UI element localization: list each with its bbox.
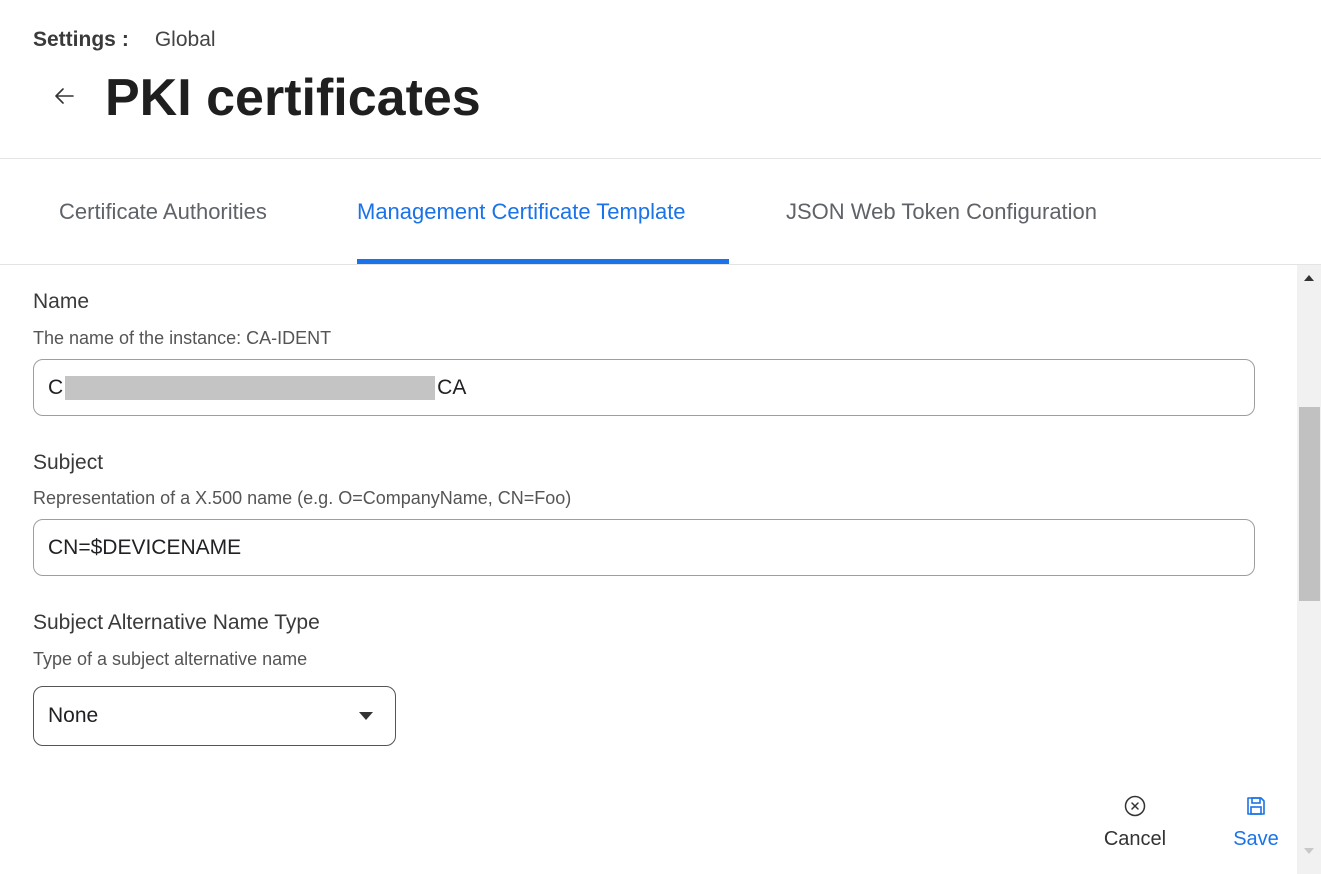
breadcrumb-separator: :: [121, 28, 129, 51]
redacted-block: [65, 375, 436, 400]
scrollbar-thumb[interactable]: [1299, 407, 1320, 601]
tab-management-certificate-template[interactable]: Management Certificate Template: [357, 159, 729, 264]
san-type-selected: None: [48, 704, 99, 727]
name-value-suffix: CA: [437, 375, 467, 399]
breadcrumb-root[interactable]: Settings: [33, 28, 116, 52]
tab-certificate-authorities[interactable]: Certificate Authorities: [59, 159, 267, 264]
page-header: Settings : Global PKI certificates: [0, 0, 1321, 159]
san-type-help: Type of a subject alternative name: [33, 649, 308, 669]
caret-down-icon: [359, 712, 373, 720]
arrow-left-icon: [55, 88, 74, 104]
breadcrumb-current: Global: [154, 28, 216, 51]
name-value-prefix: C: [48, 375, 64, 399]
page-title: PKI certificates: [105, 69, 481, 127]
subject-label: Subject: [33, 451, 104, 474]
save-button[interactable]: Save: [1211, 770, 1301, 870]
name-help: The name of the instance: CA-IDENT: [33, 328, 332, 348]
circle-x-icon: [1124, 794, 1146, 818]
name-label: Name: [33, 290, 90, 313]
action-bar: Cancel Save: [1090, 770, 1297, 874]
breadcrumb: Settings : Global: [33, 28, 216, 52]
cancel-button[interactable]: Cancel: [1090, 770, 1180, 870]
tab-json-web-token-configuration[interactable]: JSON Web Token Configuration: [786, 159, 1097, 264]
cancel-label: Cancel: [1103, 828, 1167, 850]
subject-value: CN=$DEVICENAME: [48, 535, 242, 559]
name-input[interactable]: C CA: [33, 359, 1255, 416]
san-type-select[interactable]: None: [33, 686, 396, 746]
san-type-label: Subject Alternative Name Type: [33, 611, 320, 634]
subject-input[interactable]: CN=$DEVICENAME: [33, 519, 1255, 576]
back-button[interactable]: [50, 80, 78, 112]
scroll-up-arrow-icon[interactable]: [1297, 265, 1321, 291]
floppy-disk-icon: [1245, 794, 1267, 818]
tab-bar: Certificate Authorities Management Certi…: [0, 159, 1321, 265]
subject-help: Representation of a X.500 name (e.g. O=C…: [33, 488, 572, 508]
save-label: Save: [1233, 828, 1279, 850]
